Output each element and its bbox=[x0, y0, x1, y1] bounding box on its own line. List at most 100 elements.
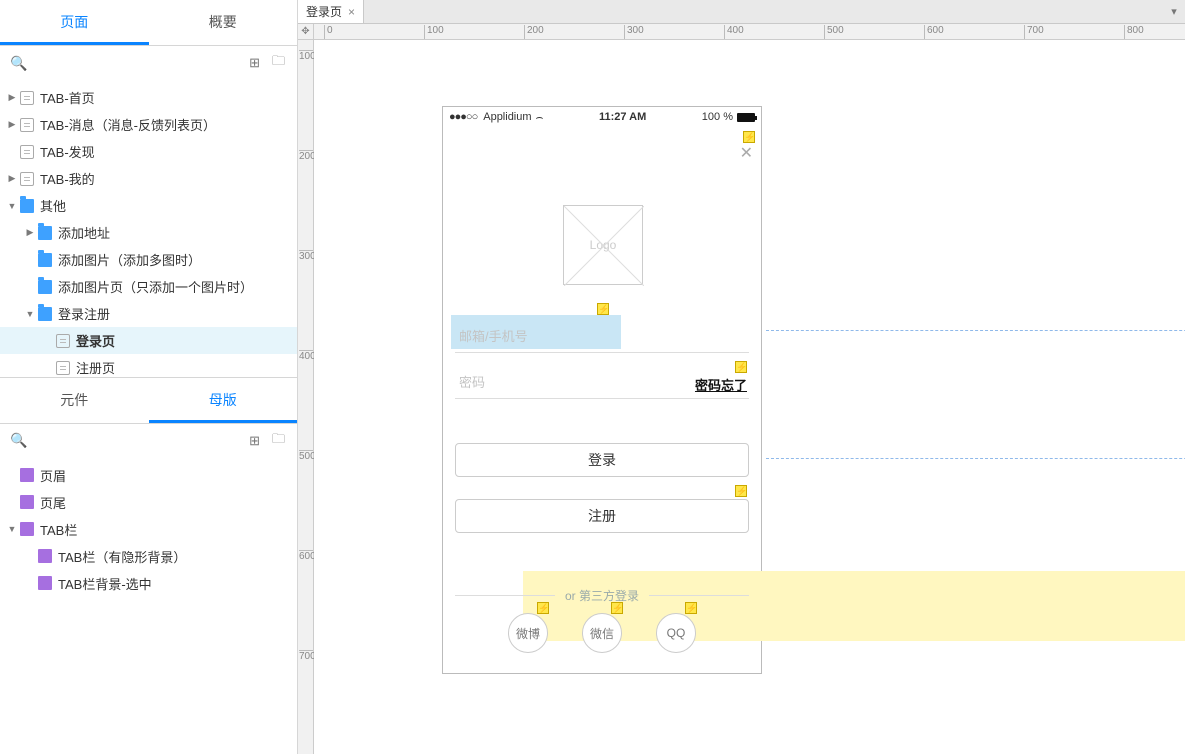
battery-percent: 100 % bbox=[702, 111, 733, 123]
social-login-row: ⚡ 微博 ⚡ 微信 ⚡ QQ bbox=[443, 613, 761, 653]
tree-label: 页眉 bbox=[40, 466, 66, 485]
tree-row[interactable]: 登录页 bbox=[0, 327, 297, 354]
folder-icon bbox=[38, 307, 52, 321]
tree-row[interactable]: TAB栏背景-选中 bbox=[0, 570, 297, 597]
master-icon bbox=[38, 549, 52, 563]
ruler-tick: 100 bbox=[424, 25, 444, 39]
canvas-tab-login[interactable]: 登录页 × bbox=[298, 0, 364, 23]
tab-masters[interactable]: 母版 bbox=[149, 378, 298, 423]
tree-label: 页尾 bbox=[40, 493, 66, 512]
disclosure-icon[interactable]: ▶ bbox=[6, 173, 18, 184]
tree-label: 添加图片（添加多图时） bbox=[58, 250, 201, 269]
left-tabs: 页面 概要 bbox=[0, 0, 297, 46]
tree-row[interactable]: ▼ 登录注册 bbox=[0, 300, 297, 327]
disclosure-icon[interactable]: ▶ bbox=[6, 119, 18, 130]
tree-label: 其他 bbox=[40, 196, 66, 215]
tree-row[interactable]: TAB栏（有隐形背景） bbox=[0, 543, 297, 570]
ruler-horizontal[interactable]: 0100200300400500600700800 bbox=[314, 24, 1185, 40]
tree-row[interactable]: ▼ TAB栏 bbox=[0, 516, 297, 543]
disclosure-icon[interactable]: ▼ bbox=[24, 309, 36, 319]
masters-search-row: 🔍 ⊞ 🗀 bbox=[0, 424, 297, 458]
tree-label: TAB栏（有隐形背景） bbox=[58, 547, 186, 566]
close-icon[interactable]: × bbox=[348, 5, 355, 19]
tree-row[interactable]: ▶ TAB-消息（消息-反馈列表页） bbox=[0, 111, 297, 138]
email-field[interactable]: 邮箱/手机号 bbox=[455, 319, 749, 353]
add-master-folder-icon[interactable]: 🗀 bbox=[270, 430, 287, 452]
device-frame[interactable]: ●●●○○ Applidium ⌢ 11:27 AM 100 % ⚡ ✕ Log… bbox=[442, 106, 762, 674]
carrier-label: Applidium bbox=[483, 111, 531, 123]
interaction-marker-icon[interactable]: ⚡ bbox=[735, 485, 747, 497]
disclosure-icon[interactable]: ▶ bbox=[6, 92, 18, 103]
email-placeholder: 邮箱/手机号 bbox=[459, 326, 528, 345]
disclosure-icon[interactable]: ▼ bbox=[6, 201, 18, 211]
tree-row[interactable]: 注册页 bbox=[0, 354, 297, 377]
tree-label: TAB-消息（消息-反馈列表页） bbox=[40, 115, 216, 134]
tab-widgets[interactable]: 元件 bbox=[0, 378, 149, 423]
pages-tree[interactable]: ▶TAB-首页▶TAB-消息（消息-反馈列表页）TAB-发现▶TAB-我的▼其他… bbox=[0, 80, 297, 377]
tree-label: TAB栏 bbox=[40, 520, 77, 539]
tree-row[interactable]: ▶TAB-首页 bbox=[0, 84, 297, 111]
ruler-tick: 300 bbox=[299, 250, 313, 262]
page-icon bbox=[20, 145, 34, 159]
statusbar-time: 11:27 AM bbox=[547, 111, 697, 123]
ruler-tick: 600 bbox=[299, 550, 313, 562]
tree-row[interactable]: 页眉 bbox=[0, 462, 297, 489]
ruler-tick: 600 bbox=[924, 25, 944, 39]
password-placeholder: 密码 bbox=[459, 372, 485, 391]
ruler-tick: 300 bbox=[624, 25, 644, 39]
ruler-tick: 100 bbox=[299, 50, 313, 62]
pages-search-input[interactable] bbox=[35, 56, 239, 71]
master-icon bbox=[20, 495, 34, 509]
login-button[interactable]: 登录 bbox=[455, 443, 749, 477]
social-wechat-button[interactable]: ⚡ 微信 bbox=[582, 613, 622, 653]
canvas[interactable]: · 输入邮箱/手机号后（即激活密码是否注册过该账号 · 登录成功后自动跳转到登录… bbox=[314, 40, 1185, 754]
ruler-tick: 200 bbox=[299, 150, 313, 162]
tree-row[interactable]: 添加图片（添加多图时） bbox=[0, 246, 297, 273]
tree-row[interactable]: 页尾 bbox=[0, 489, 297, 516]
register-button[interactable]: 注册 bbox=[455, 499, 749, 533]
disclosure-icon[interactable]: ▶ bbox=[24, 227, 36, 238]
ruler-tick: 500 bbox=[299, 450, 313, 462]
ruler-origin-icon[interactable]: ✥ bbox=[298, 24, 314, 40]
masters-search-input[interactable] bbox=[35, 433, 239, 448]
add-page-icon[interactable]: ⊞ bbox=[247, 55, 262, 71]
interaction-marker-icon[interactable]: ⚡ bbox=[537, 602, 549, 614]
tree-label: 添加地址 bbox=[58, 223, 110, 242]
tree-row[interactable]: TAB-发现 bbox=[0, 138, 297, 165]
tree-row[interactable]: ▼ 其他 bbox=[0, 192, 297, 219]
folder-icon bbox=[38, 253, 52, 267]
ruler-vertical[interactable]: 100200300400500600700 bbox=[298, 40, 314, 754]
master-icon bbox=[20, 468, 34, 482]
tree-row[interactable]: ▶TAB-我的 bbox=[0, 165, 297, 192]
tab-pages[interactable]: 页面 bbox=[0, 0, 149, 45]
wifi-icon: ⌢ bbox=[536, 110, 544, 125]
ruler-tick: 800 bbox=[1124, 25, 1144, 39]
tree-row[interactable]: ▶ 添加地址 bbox=[0, 219, 297, 246]
lib-tabs: 元件 母版 bbox=[0, 378, 297, 424]
forgot-password-link[interactable]: 密码忘了 bbox=[695, 375, 747, 394]
add-master-icon[interactable]: ⊞ bbox=[247, 433, 262, 449]
tree-label: 登录注册 bbox=[58, 304, 110, 323]
interaction-marker-icon[interactable]: ⚡ bbox=[743, 131, 755, 143]
tab-overview[interactable]: 概要 bbox=[149, 0, 298, 45]
tree-row[interactable]: 添加图片页（只添加一个图片时） bbox=[0, 273, 297, 300]
ruler-tick: 700 bbox=[299, 650, 313, 662]
battery-icon bbox=[737, 113, 755, 122]
social-weibo-button[interactable]: ⚡ 微博 bbox=[508, 613, 548, 653]
folder-icon bbox=[38, 226, 52, 240]
close-icon[interactable]: ✕ bbox=[740, 143, 753, 163]
masters-tree[interactable]: 页眉页尾 ▼ TAB栏 TAB栏（有隐形背景） TAB栏背景-选中 bbox=[0, 458, 297, 754]
logo-placeholder[interactable]: Logo bbox=[563, 205, 643, 285]
canvas-tab-menu-icon[interactable]: ▾ bbox=[1163, 0, 1185, 23]
canvas-area: 登录页 × ▾ ✥ 0100200300400500600700800 100 2… bbox=[298, 0, 1185, 754]
add-folder-icon[interactable]: 🗀 bbox=[270, 52, 287, 74]
canvas-tab-label: 登录页 bbox=[306, 3, 342, 20]
interaction-marker-icon[interactable]: ⚡ bbox=[611, 602, 623, 614]
interaction-marker-icon[interactable]: ⚡ bbox=[685, 602, 697, 614]
social-label: QQ bbox=[667, 626, 686, 640]
divider-third-party: or 第三方登录 bbox=[455, 587, 749, 604]
disclosure-icon[interactable]: ▼ bbox=[6, 524, 18, 534]
master-icon bbox=[38, 576, 52, 590]
social-qq-button[interactable]: ⚡ QQ bbox=[656, 613, 696, 653]
interaction-marker-icon[interactable]: ⚡ bbox=[597, 303, 609, 315]
